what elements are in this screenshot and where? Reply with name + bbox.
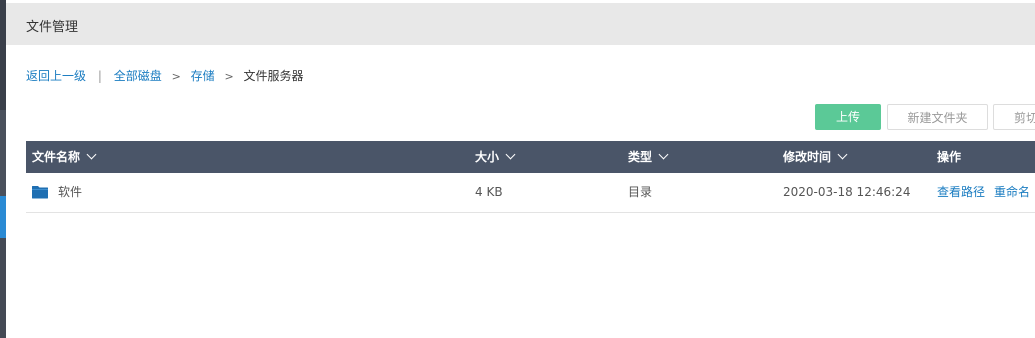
column-header-actions: 操作 <box>937 150 962 164</box>
file-size: 4 KB <box>475 185 503 199</box>
column-header-size[interactable]: 大小 <box>475 141 516 173</box>
file-manager-panel: 文件管理 返回上一级 | 全部磁盘 > 存储 > 文件服务器 上传 新建文件夹 … <box>6 0 1035 338</box>
file-name[interactable]: 软件 <box>58 173 82 212</box>
file-modified: 2020-03-18 12:46:24 <box>783 185 911 199</box>
cut-button[interactable]: 剪切 <box>993 104 1035 130</box>
back-link[interactable]: 返回上一级 <box>26 69 86 83</box>
chevron-down-icon <box>505 149 516 160</box>
table-row[interactable]: 软件 4 KB 目录 2020-03-18 12:46:24 查看路径 重命名 <box>26 173 1035 213</box>
column-header-modified[interactable]: 修改时间 <box>783 141 848 173</box>
breadcrumb: 返回上一级 | 全部磁盘 > 存储 > 文件服务器 <box>26 67 304 84</box>
chevron-down-icon <box>658 149 669 160</box>
upload-button[interactable]: 上传 <box>815 104 881 130</box>
breadcrumb-item-file-server: 文件服务器 <box>243 69 304 83</box>
breadcrumb-divider: | <box>97 69 102 83</box>
file-type: 目录 <box>628 185 653 199</box>
chevron-down-icon <box>86 149 97 160</box>
view-path-link[interactable]: 查看路径 <box>937 173 985 212</box>
breadcrumb-item-storage[interactable]: 存储 <box>191 69 215 83</box>
page-title: 文件管理 <box>26 20 79 35</box>
breadcrumb-arrow: > <box>224 70 234 83</box>
rename-link[interactable]: 重命名 <box>994 173 1030 212</box>
breadcrumb-arrow: > <box>171 70 181 83</box>
title-bar: 文件管理 <box>6 3 1035 45</box>
chevron-down-icon <box>837 149 848 160</box>
column-header-name[interactable]: 文件名称 <box>32 141 97 173</box>
new-folder-button[interactable]: 新建文件夹 <box>887 104 988 130</box>
table-header: 文件名称 大小 类型 修改时间 操作 <box>26 141 1035 173</box>
breadcrumb-item-all-disks[interactable]: 全部磁盘 <box>114 69 162 83</box>
column-header-type[interactable]: 类型 <box>628 141 669 173</box>
folder-icon <box>32 186 48 199</box>
